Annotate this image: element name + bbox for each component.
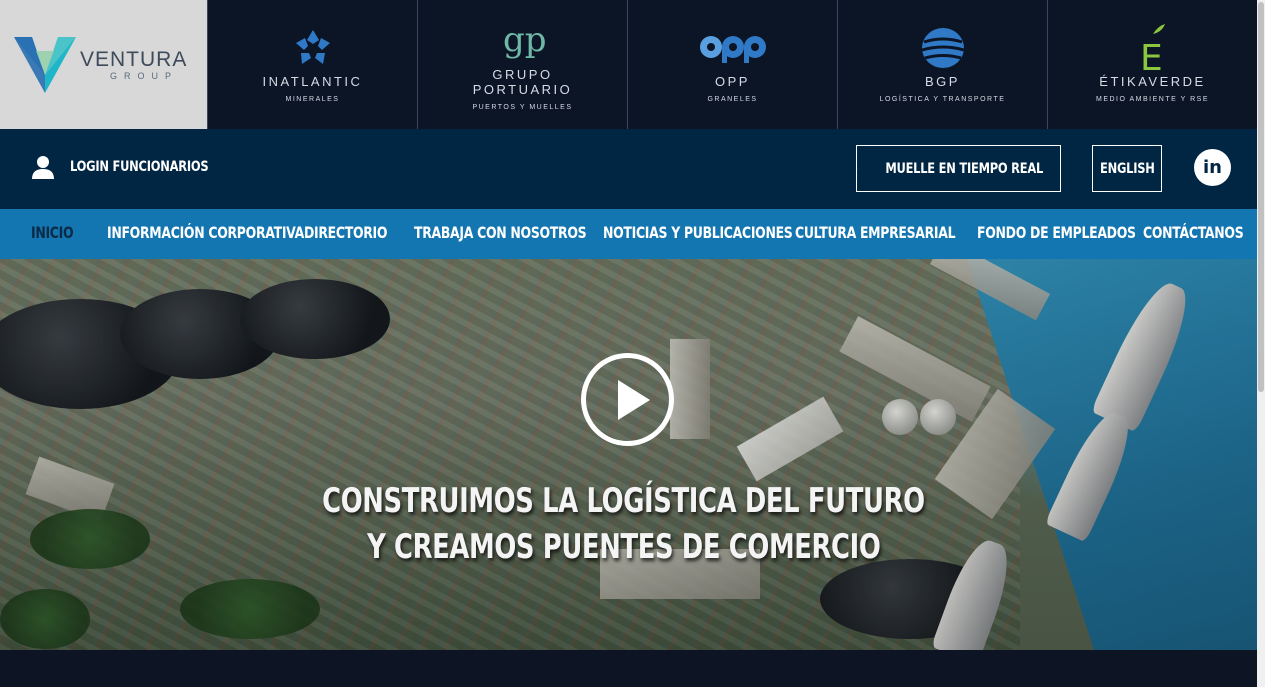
nav-item-informacion-corporativa[interactable]: INFORMACIÓN CORPORATIVA — [107, 223, 304, 242]
company-bgp[interactable]: BGP LOGÍSTICA Y TRANSPORTE — [837, 0, 1047, 129]
company-grupo-portuario[interactable]: gp GRUPO PORTUARIO PUERTOS Y MUELLES — [417, 0, 627, 129]
video-camera-icon — [857, 168, 858, 169]
linkedin-text: in — [1203, 157, 1222, 178]
company-etikaverde[interactable]: E ÉTIKAVERDE MEDIO AMBIENTE Y RSE — [1047, 0, 1257, 129]
nav-item-directorio[interactable]: DIRECTORIO — [304, 223, 387, 242]
ventura-logo[interactable]: VENTURA GROUP — [0, 0, 207, 138]
company-sub: MEDIO AMBIENTE Y RSE — [1096, 96, 1209, 103]
company-opp[interactable]: OPP GRANELES — [627, 0, 837, 129]
hero-headline-line2: Y CREAMOS PUENTES DE COMERCIO — [366, 527, 881, 567]
photo-shade — [0, 259, 1257, 650]
muelle-tiempo-real-button[interactable]: MUELLE EN TIEMPO REAL — [856, 145, 1061, 192]
nav-item-cultura-empresarial[interactable]: CULTURA EMPRESARIAL — [795, 223, 956, 242]
company-name: INATLANTIC — [262, 74, 363, 89]
english-label: ENGLISH — [1099, 160, 1155, 177]
nav-item-trabaja-con-nosotros[interactable]: TRABAJA CON NOSOTROS — [414, 223, 587, 242]
company-sub: MINERALES — [285, 96, 340, 103]
hero-headline-line1: CONSTRUIMOS LA LOGÍSTICA DEL FUTURO — [322, 481, 925, 521]
nav-item-fondo-de-empleados[interactable]: FONDO DE EMPLEADOS — [977, 223, 1136, 242]
login-label: LOGIN FUNCIONARIOS — [70, 159, 209, 175]
nav-item-noticias-y-publicaciones[interactable]: NOTICIAS Y PUBLICACIONES — [603, 223, 793, 242]
company-sub: LOGÍSTICA Y TRANSPORTE — [879, 96, 1006, 103]
user-icon — [32, 156, 54, 179]
nav-item-contactanos[interactable]: CONTÁCTANOS — [1143, 223, 1244, 242]
logo-sub: GROUP — [110, 70, 179, 81]
opp-logo-icon — [699, 36, 766, 63]
hero-banner: CONSTRUIMOS LA LOGÍSTICA DEL FUTURO Y CR… — [0, 259, 1257, 650]
gp-logo-icon: gp — [503, 21, 545, 60]
inatlantic-logo-icon — [295, 30, 330, 64]
svg-text:gp: gp — [503, 21, 545, 60]
muelle-label: MUELLE EN TIEMPO REAL — [884, 160, 1043, 177]
bgp-logo-icon — [921, 28, 964, 68]
brand-bar: VENTURA GROUP INATLANTIC MINERALES gp GR… — [0, 0, 1257, 138]
company-name: BGP — [925, 74, 960, 89]
company-sub: GRANELES — [707, 96, 758, 103]
linkedin-icon[interactable]: in — [1194, 149, 1231, 186]
company-inatlantic[interactable]: INATLANTIC MINERALES — [207, 0, 417, 129]
logo-name: VENTURA — [80, 47, 188, 71]
etikaverde-logo-icon: E — [1140, 24, 1165, 72]
ventura-v-icon — [14, 36, 76, 93]
company-name: OPP — [715, 74, 750, 89]
main-nav: INICIO INFORMACIÓN CORPORATIVA DIRECTORI… — [0, 209, 1257, 259]
svg-text:E: E — [1140, 38, 1163, 72]
scrollbar-thumb[interactable] — [1258, 2, 1264, 392]
login-link[interactable]: LOGIN FUNCIONARIOS — [32, 155, 239, 179]
english-button[interactable]: ENGLISH — [1092, 145, 1162, 192]
utility-bar: LOGIN FUNCIONARIOS MUELLE EN TIEMPO REAL… — [0, 129, 1257, 209]
nav-item-inicio[interactable]: INICIO — [31, 223, 74, 242]
company-name: GRUPO PORTUARIO — [472, 66, 573, 97]
play-video-button[interactable] — [581, 353, 674, 446]
company-sub: PUERTOS Y MUELLES — [472, 103, 573, 111]
company-name: ÉTIKAVERDE — [1099, 74, 1206, 89]
scrollbar[interactable] — [1257, 0, 1265, 687]
